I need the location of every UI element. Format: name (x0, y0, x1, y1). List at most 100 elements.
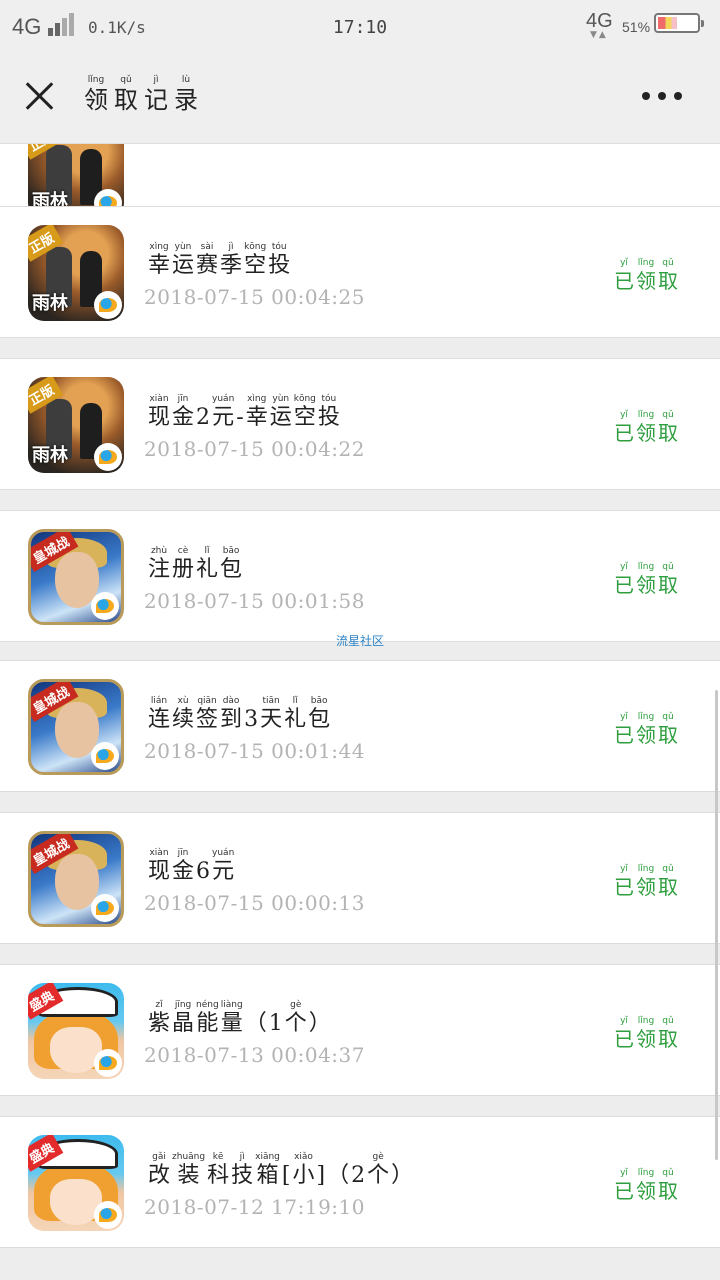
hanzi: 量 (220, 1011, 243, 1036)
pinyin (282, 1151, 291, 1163)
pinyin: yǐ (620, 864, 628, 874)
more-icon[interactable] (642, 90, 682, 102)
name-char: jīn 金 (172, 393, 194, 431)
hcz-game-icon: 皇城战 (28, 679, 124, 775)
hanzi: 元 (212, 405, 235, 430)
hanzi: 运 (172, 253, 195, 278)
record-item[interactable]: 盛典 zǐ 紫 jīng 晶 néng 能 liàng 量（1 gè 个） 2018-07-13 00… (0, 964, 720, 1096)
hanzi: 领 (636, 875, 656, 899)
hanzi: 元 (212, 859, 235, 884)
record-item[interactable]: 皇城战 xiàn 现 jīn 金 6 yuán 元 2018-07-15 00:00:13 yǐ 已… (0, 812, 720, 944)
scrollbar[interactable] (715, 690, 718, 1160)
pinyin: yuán (212, 848, 235, 858)
hanzi: 记 (144, 86, 168, 114)
name-char: xiǎo 小 (292, 1151, 314, 1189)
claimed-status: yǐ 已 lǐng 领 qǔ 取 (614, 257, 680, 293)
record-item[interactable]: 正版 雨林 xiàn 现 jīn 金 2 yuán 元 - xìng 幸 yùn 运 kōng 空 tóu 投 20… (0, 358, 720, 490)
icon-footer: 雨林 (32, 293, 68, 314)
claimed-status: yǐ 已 lǐng 领 qǔ 取 (614, 409, 680, 445)
pinyin (244, 695, 258, 707)
hanzi: 空 (293, 405, 316, 430)
battery-percent: 51% (622, 19, 651, 35)
hanzi: 已 (614, 421, 634, 445)
name-char: tóu 投 (268, 241, 290, 279)
name-char: tóu 投 (318, 393, 340, 431)
hanzi: 已 (614, 723, 634, 747)
hanzi: 现 (148, 859, 171, 884)
claimed-char: qǔ 取 (658, 711, 678, 747)
pinyin: gè (290, 1000, 302, 1010)
claimed-char: yǐ 已 (614, 257, 634, 293)
hanzi: 空 (244, 253, 267, 278)
pinyin: yuán (212, 394, 235, 404)
record-time: 2018-07-13 00:04:37 (144, 1043, 365, 1067)
hanzi: 领 (636, 1027, 656, 1051)
record-item[interactable]: 正版 雨林 xìng 幸 yùn 运 sài 赛 jì 季 kōng 空 tóu 投 2018-07-15 … (0, 206, 720, 338)
name-char: yuán 元 (212, 393, 234, 431)
record-time: 2018-07-15 00:01:44 (144, 739, 365, 763)
name-char: ] (317, 1151, 326, 1189)
pinyin (196, 393, 210, 405)
pinyin: lǐng (87, 75, 105, 85)
pinyin: gǎi (152, 1152, 166, 1162)
name-char: xiāng 箱 (255, 1151, 280, 1189)
name-char: 2 (351, 1151, 365, 1189)
claimed-char: yǐ 已 (614, 1015, 634, 1051)
watermark: 流星社区 (335, 634, 384, 648)
record-item[interactable]: 皇城战 zhù 注 cè 册 lǐ 礼 bāo 包 2018-07-15 00:01:58 yǐ 已 l… (0, 510, 720, 642)
pinyin (269, 999, 283, 1011)
claimed-char: qǔ 取 (658, 1167, 678, 1203)
pinyin: yǐ (620, 712, 628, 722)
hanzi: 取 (658, 573, 678, 597)
hanzi: 技 (231, 1163, 254, 1188)
hanzi: 册 (172, 557, 195, 582)
claimed-char: qǔ 取 (658, 561, 678, 597)
claimed-char: lǐng 领 (636, 863, 656, 899)
pinyin: qǔ (662, 864, 674, 874)
record-item[interactable]: 皇城战 lián 连 xù 续 qiān 签 dào 到 3 tiān 天 lǐ 礼 bāo 包 2018-07… (0, 660, 720, 792)
pinyin: lián (150, 696, 168, 706)
pinyin: qǔ (120, 75, 132, 85)
claimed-status: yǐ 已 lǐng 领 qǔ 取 (614, 863, 680, 899)
close-icon[interactable] (22, 78, 58, 114)
name-char: gè 个 (367, 1151, 389, 1189)
claimed-char: lǐng 领 (636, 1167, 656, 1203)
pinyin (236, 393, 243, 405)
claimed-char: yǐ 已 (614, 863, 634, 899)
pinyin: jì (228, 242, 234, 252)
record-name: gǎi 改 zhuāng 装 kē 科 jì 技 xiāng 箱[xiǎo 小] （2 gè 个） (148, 1151, 415, 1189)
pinyin: lù (181, 75, 191, 85)
pinyin: xù (177, 696, 189, 706)
status-bar: 4G 0.1K/s 17:10 4G ▼▲ 51% (0, 0, 720, 56)
claimed-char: qǔ 取 (658, 409, 678, 445)
record-time: 2018-07-15 00:01:58 (144, 589, 365, 613)
name-char: cè 册 (172, 545, 194, 583)
name-char: 1 (269, 999, 283, 1037)
title-char: lǐng 领 (84, 74, 108, 114)
record-name: lián 连 xù 续 qiān 签 dào 到 3 tiān 天 lǐ 礼 bāo 包 (148, 695, 332, 733)
hanzi: 3 (244, 707, 259, 732)
hanzi: 已 (614, 1027, 634, 1051)
hcz-game-icon: 皇城战 (28, 529, 124, 625)
pinyin: jīng (174, 1000, 192, 1010)
pinyin: lǐ (292, 696, 298, 706)
claimed-char: lǐng 领 (636, 1015, 656, 1051)
name-char: xìng 幸 (148, 241, 170, 279)
hanzi: 领 (636, 573, 656, 597)
hanzi: 个 (284, 1011, 307, 1036)
anime-game-icon: 盛典 (28, 983, 124, 1079)
pinyin: néng (196, 1000, 219, 1010)
hanzi: 运 (269, 405, 292, 430)
hanzi: 2 (351, 1163, 366, 1188)
pinyin: lǐng (637, 562, 655, 572)
record-time: 2018-07-15 00:00:13 (144, 891, 365, 915)
pinyin: jì (153, 75, 159, 85)
pinyin: qiān (197, 696, 217, 706)
pinyin: lǐng (637, 1016, 655, 1026)
pinyin: yǐ (620, 1168, 628, 1178)
hanzi: 改 (148, 1163, 171, 1188)
record-item[interactable]: 盛典 gǎi 改 zhuāng 装 kē 科 jì 技 xiāng 箱[xiǎo 小] （2 gè 个） 20… (0, 1116, 720, 1248)
hanzi: 礼 (284, 707, 307, 732)
name-char: lǐ 礼 (196, 545, 218, 583)
hanzi: 续 (172, 707, 195, 732)
